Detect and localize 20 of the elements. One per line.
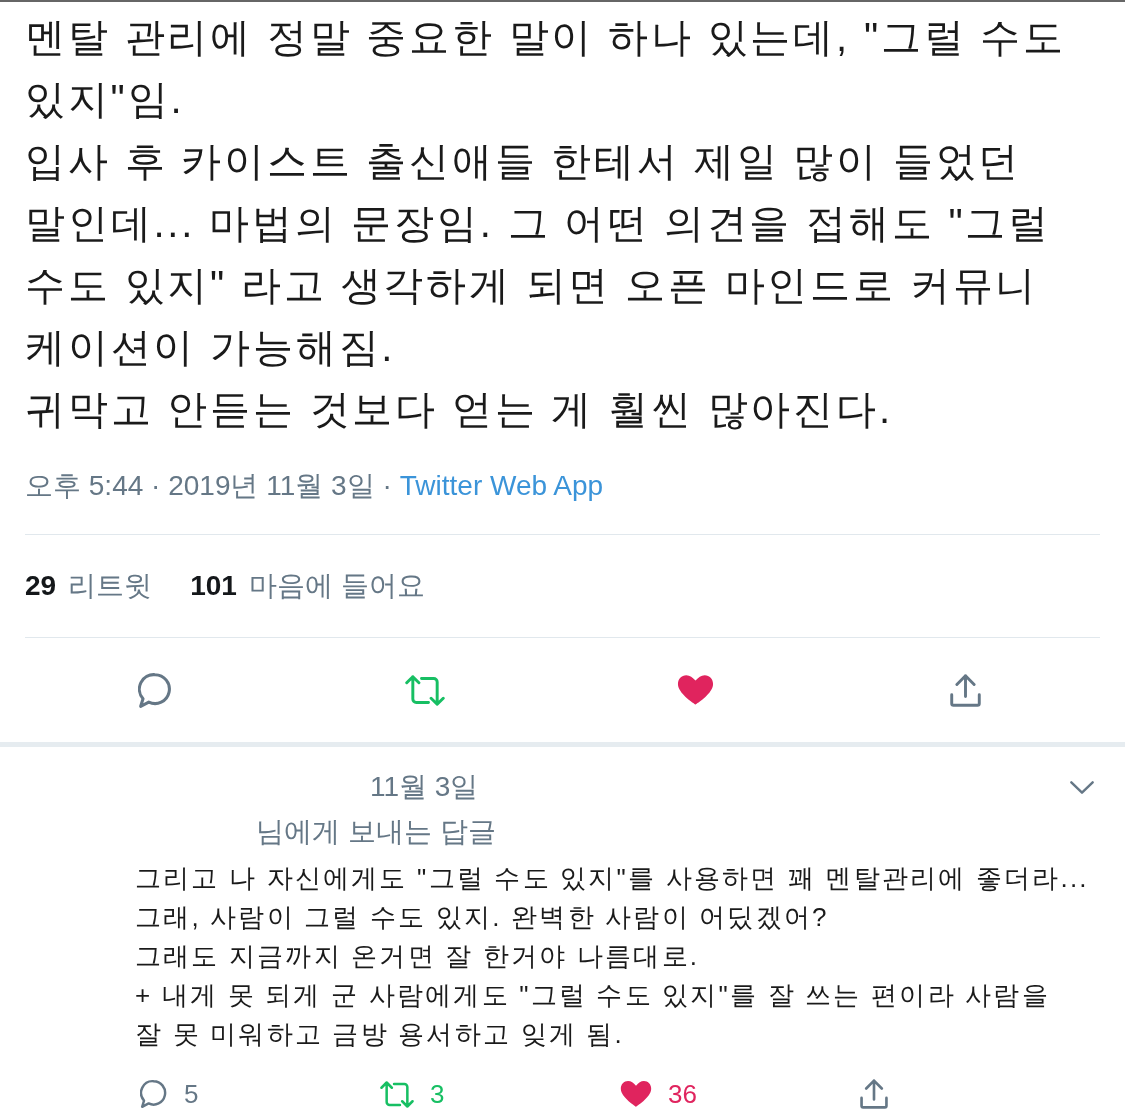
retweet-arrows-icon: [380, 1080, 414, 1108]
source-link[interactable]: Twitter Web App: [399, 465, 604, 507]
timestamp: 오후 5:44 · 2019년 11월 3일 ·: [25, 469, 392, 503]
retweet-button[interactable]: 3: [380, 1074, 445, 1114]
retweets-link[interactable]: 29 리트윗: [25, 565, 153, 607]
share-icon[interactable]: [949, 673, 981, 707]
speech-bubble-icon: [140, 1079, 168, 1109]
like-button[interactable]: 36: [620, 1074, 697, 1114]
share-icon[interactable]: [860, 1079, 888, 1109]
chevron-down-icon[interactable]: [1070, 780, 1094, 794]
heart-icon: [620, 1080, 652, 1108]
reply-date: 11월 3일: [370, 770, 479, 804]
heart-icon[interactable]: [676, 674, 714, 706]
retweet-arrows-icon[interactable]: [405, 674, 445, 706]
likes-link[interactable]: 101 마음에 들어요: [190, 565, 425, 607]
replying-to: 님에게 보내는 답글: [256, 815, 497, 849]
reply-button[interactable]: 5: [140, 1074, 199, 1114]
speech-bubble-icon[interactable]: [137, 671, 173, 709]
tweet-text: 멘탈 관리에 정말 중요한 말이 하나 있는데, "그럴 수도 있지"임. 입사 후 카이스트 출신애들 한테서 제일 많이 들었던 말인데... 마법의 문장임. 그 어떤 의견을 접해도 "그럴 수도 있지" 라고 생각하게 되면 오픈 마인드로 커뮤니 케이션이 가능해짐. 귀막고 안듣는 것보다 얻는 게 훨씬 많아진다.: [25, 14, 1068, 433]
reply-text: 그리고 나 자신에게도 "그럴 수도 있지"를 사용하면 꽤 멘탈관리에 좋더라... 그래, 사람이 그럴 수도 있지. 완벽한 사람이 어딨겠어? 그래도 지금까지 온거면 잘 한거야 나름대로. + 내게 못 되게 군 사람에게도 "그럴 수도 있지"를 잘 쓰는 편이라 사람을 잘 못 미워하고 금방 용서하고 잊게 됨.: [135, 862, 1090, 1051]
